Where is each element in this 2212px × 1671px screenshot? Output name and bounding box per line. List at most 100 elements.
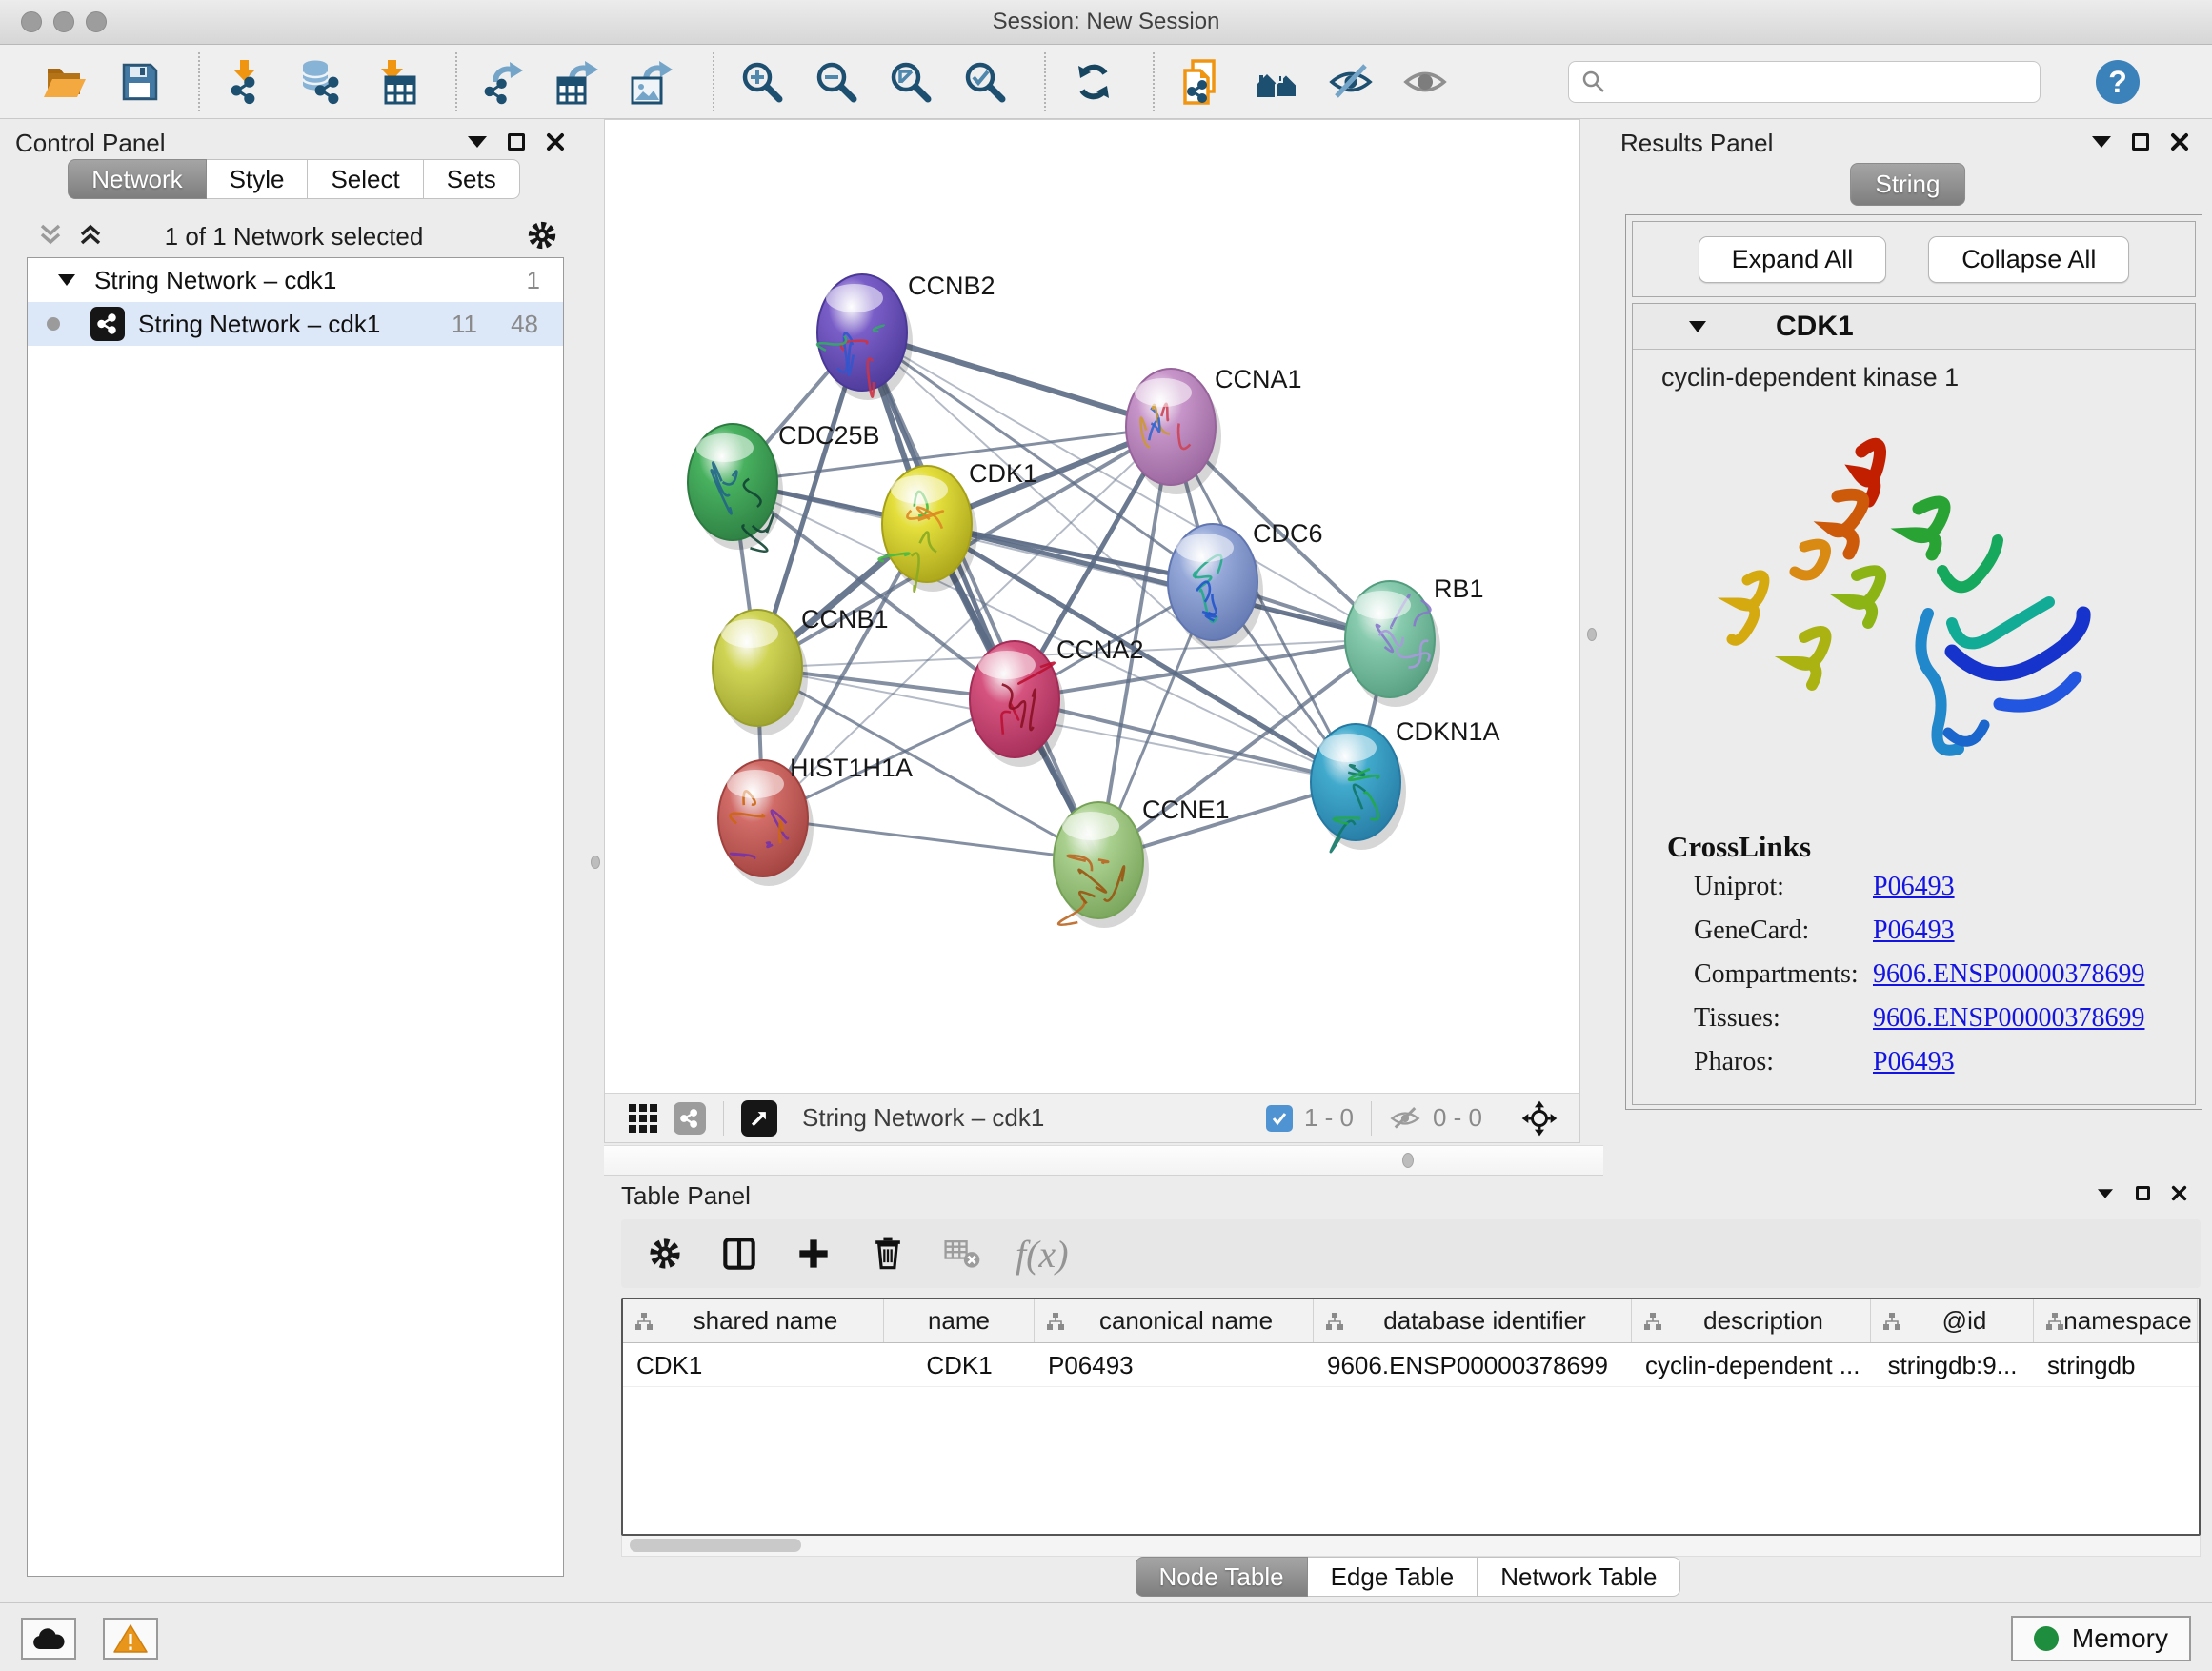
zoom-in-icon[interactable] [739,59,785,105]
zoom-fit-icon[interactable] [888,59,934,105]
export-network-icon[interactable] [482,59,528,105]
tab-edge-table[interactable]: Edge Table [1308,1557,1478,1597]
network-canvas[interactable]: CCNB2CCNA1CDC25BCDK1CDC6RB1CCNB1CCNA2CDK… [605,120,1579,1093]
protein-structure-image [1714,418,2123,818]
crosslink-link[interactable]: P06493 [1873,872,1955,902]
network-view[interactable]: CCNB2CCNA1CDC25BCDK1CDC6RB1CCNB1CCNA2CDK… [604,119,1580,1143]
table-panel: Table Panel f(x) shared namenamecanonica… [604,1178,2212,1601]
table-cell[interactable]: stringdb [2034,1343,2198,1386]
node-label-RB1: RB1 [1434,574,1484,603]
warnings-button[interactable] [103,1618,158,1660]
table-cell[interactable]: stringdb:9... [1871,1343,2034,1386]
column-header-shared-name[interactable]: shared name [623,1299,884,1342]
collapse-all-button[interactable]: Collapse All [1928,236,2129,283]
expand-all-button[interactable]: Expand All [1699,236,1887,283]
table-cell[interactable]: 9606.ENSP00000378699 [1314,1343,1632,1386]
network-type-icon[interactable] [674,1102,706,1135]
tab-network[interactable]: Network [68,159,206,199]
memory-button[interactable]: Memory [2011,1616,2191,1661]
column-header-name[interactable]: name [884,1299,1035,1342]
export-table-icon[interactable] [556,59,602,105]
table-row[interactable]: CDK1CDK1P064939606.ENSP00000378699cyclin… [623,1343,2199,1387]
crosslink-link[interactable]: 9606.ENSP00000378699 [1873,959,2144,990]
crosslink-row: GeneCard:P06493 [1633,916,2195,959]
close-panel-icon[interactable] [2170,132,2189,151]
app-status-bar: Memory [0,1602,2212,1671]
column-header-database-identifier[interactable]: database identifier [1314,1299,1632,1342]
open-session-icon[interactable] [42,59,88,105]
column-header-namespace[interactable]: namespace [2034,1299,2198,1342]
node-gloss [727,770,784,798]
cdk1-section-header[interactable]: CDK1 [1633,304,2195,350]
network-selection-status: 1 of 1 Network selected [0,222,588,252]
shared-column-icon [1046,1312,1065,1331]
selected-checkbox-icon[interactable] [1266,1105,1293,1132]
shared-column-icon [1882,1312,1901,1331]
close-panel-icon[interactable] [2171,1185,2187,1201]
shared-column-icon [1643,1312,1662,1331]
node-description: cyclin-dependent kinase 1 [1661,363,1959,393]
scrollbar-thumb[interactable] [630,1539,801,1552]
first-neighbors-icon[interactable] [1254,59,1299,105]
zoom-selected-icon[interactable] [962,59,1008,105]
column-header-canonical-name[interactable]: canonical name [1035,1299,1314,1342]
panel-menu-icon[interactable] [2098,1189,2113,1198]
show-all-icon[interactable] [1402,59,1448,105]
cloud-button[interactable] [21,1618,76,1660]
tab-network-table[interactable]: Network Table [1478,1557,1680,1597]
table-horizontal-scrollbar[interactable] [621,1536,2201,1557]
column-header--id[interactable]: @id [1871,1299,2034,1342]
tab-select[interactable]: Select [308,159,423,199]
node-gloss [826,284,883,312]
right-splitter-handle[interactable] [1587,628,1597,641]
clone-network-icon[interactable] [1179,59,1225,105]
birds-eye-grid-icon[interactable] [628,1103,658,1134]
close-panel-icon[interactable] [546,132,565,151]
open-in-window-icon[interactable] [741,1100,777,1137]
current-network-name: String Network – cdk1 [802,1103,1044,1133]
table-cell[interactable]: P06493 [1035,1343,1314,1386]
horizontal-splitter-handle[interactable] [1402,1153,1414,1168]
column-header-description[interactable]: description [1632,1299,1871,1342]
node-gloss [721,619,778,648]
hide-selected-icon[interactable] [1328,59,1374,105]
float-panel-icon[interactable] [508,133,525,151]
left-splitter-handle[interactable] [591,856,600,869]
export-image-icon[interactable] [631,59,676,105]
tree-expander-icon[interactable] [56,270,77,291]
crosslink-link[interactable]: 9606.ENSP00000378699 [1873,1003,2144,1034]
search-input[interactable] [1568,61,2041,103]
node-label-CDKN1A: CDKN1A [1396,717,1500,746]
show-columns-icon[interactable] [718,1233,760,1275]
network-row[interactable]: String Network – cdk1 11 48 [28,302,563,346]
tab-node-table[interactable]: Node Table [1136,1557,1308,1597]
delete-column-icon[interactable] [867,1233,909,1275]
import-network-icon[interactable] [225,59,271,105]
section-collapse-icon[interactable] [1686,315,1709,338]
crosslink-link[interactable]: P06493 [1873,1047,1955,1077]
float-panel-icon[interactable] [2132,133,2149,151]
zoom-out-icon[interactable] [814,59,859,105]
network-collection-row[interactable]: String Network – cdk1 1 [28,258,563,302]
tab-style[interactable]: Style [207,159,309,199]
float-panel-icon[interactable] [2136,1186,2150,1200]
pan-crosshair-icon[interactable] [1520,1099,1558,1137]
panel-menu-icon[interactable] [2092,136,2111,148]
import-table-icon[interactable] [373,59,419,105]
tab-sets[interactable]: Sets [424,159,520,199]
create-column-icon[interactable] [793,1233,835,1275]
table-cell[interactable]: CDK1 [884,1343,1035,1386]
control-panel-tabs: NetworkStyleSelectSets [0,159,588,199]
table-cell[interactable]: CDK1 [623,1343,884,1386]
tab-string[interactable]: String [1850,163,1966,206]
table-settings-gear-icon[interactable] [644,1233,686,1275]
save-session-icon[interactable] [116,59,162,105]
import-network-from-database-icon[interactable] [299,59,345,105]
panel-menu-icon[interactable] [468,136,487,148]
gear-icon[interactable] [523,216,561,254]
crosslink-link[interactable]: P06493 [1873,916,1955,946]
toolbar-separator [198,52,200,111]
refresh-icon[interactable] [1071,59,1116,105]
help-icon[interactable]: ? [2096,60,2140,104]
table-cell[interactable]: cyclin-dependent ... [1632,1343,1871,1386]
